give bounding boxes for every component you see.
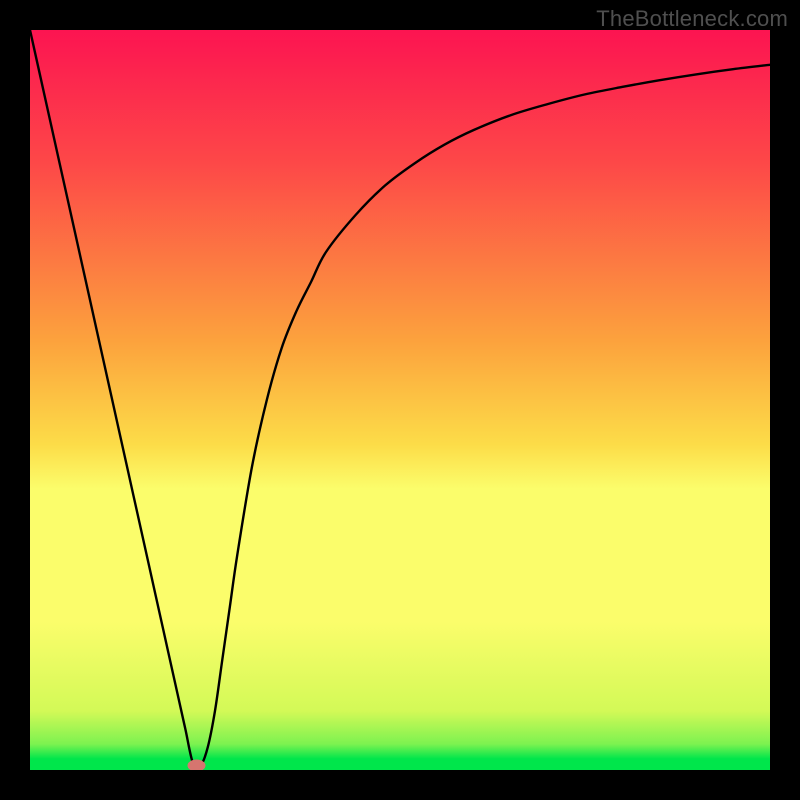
chart-gradient-bg: [30, 30, 770, 770]
bottleneck-chart: [30, 30, 770, 770]
chart-frame: TheBottleneck.com: [0, 0, 800, 800]
watermark-label: TheBottleneck.com: [596, 6, 788, 32]
